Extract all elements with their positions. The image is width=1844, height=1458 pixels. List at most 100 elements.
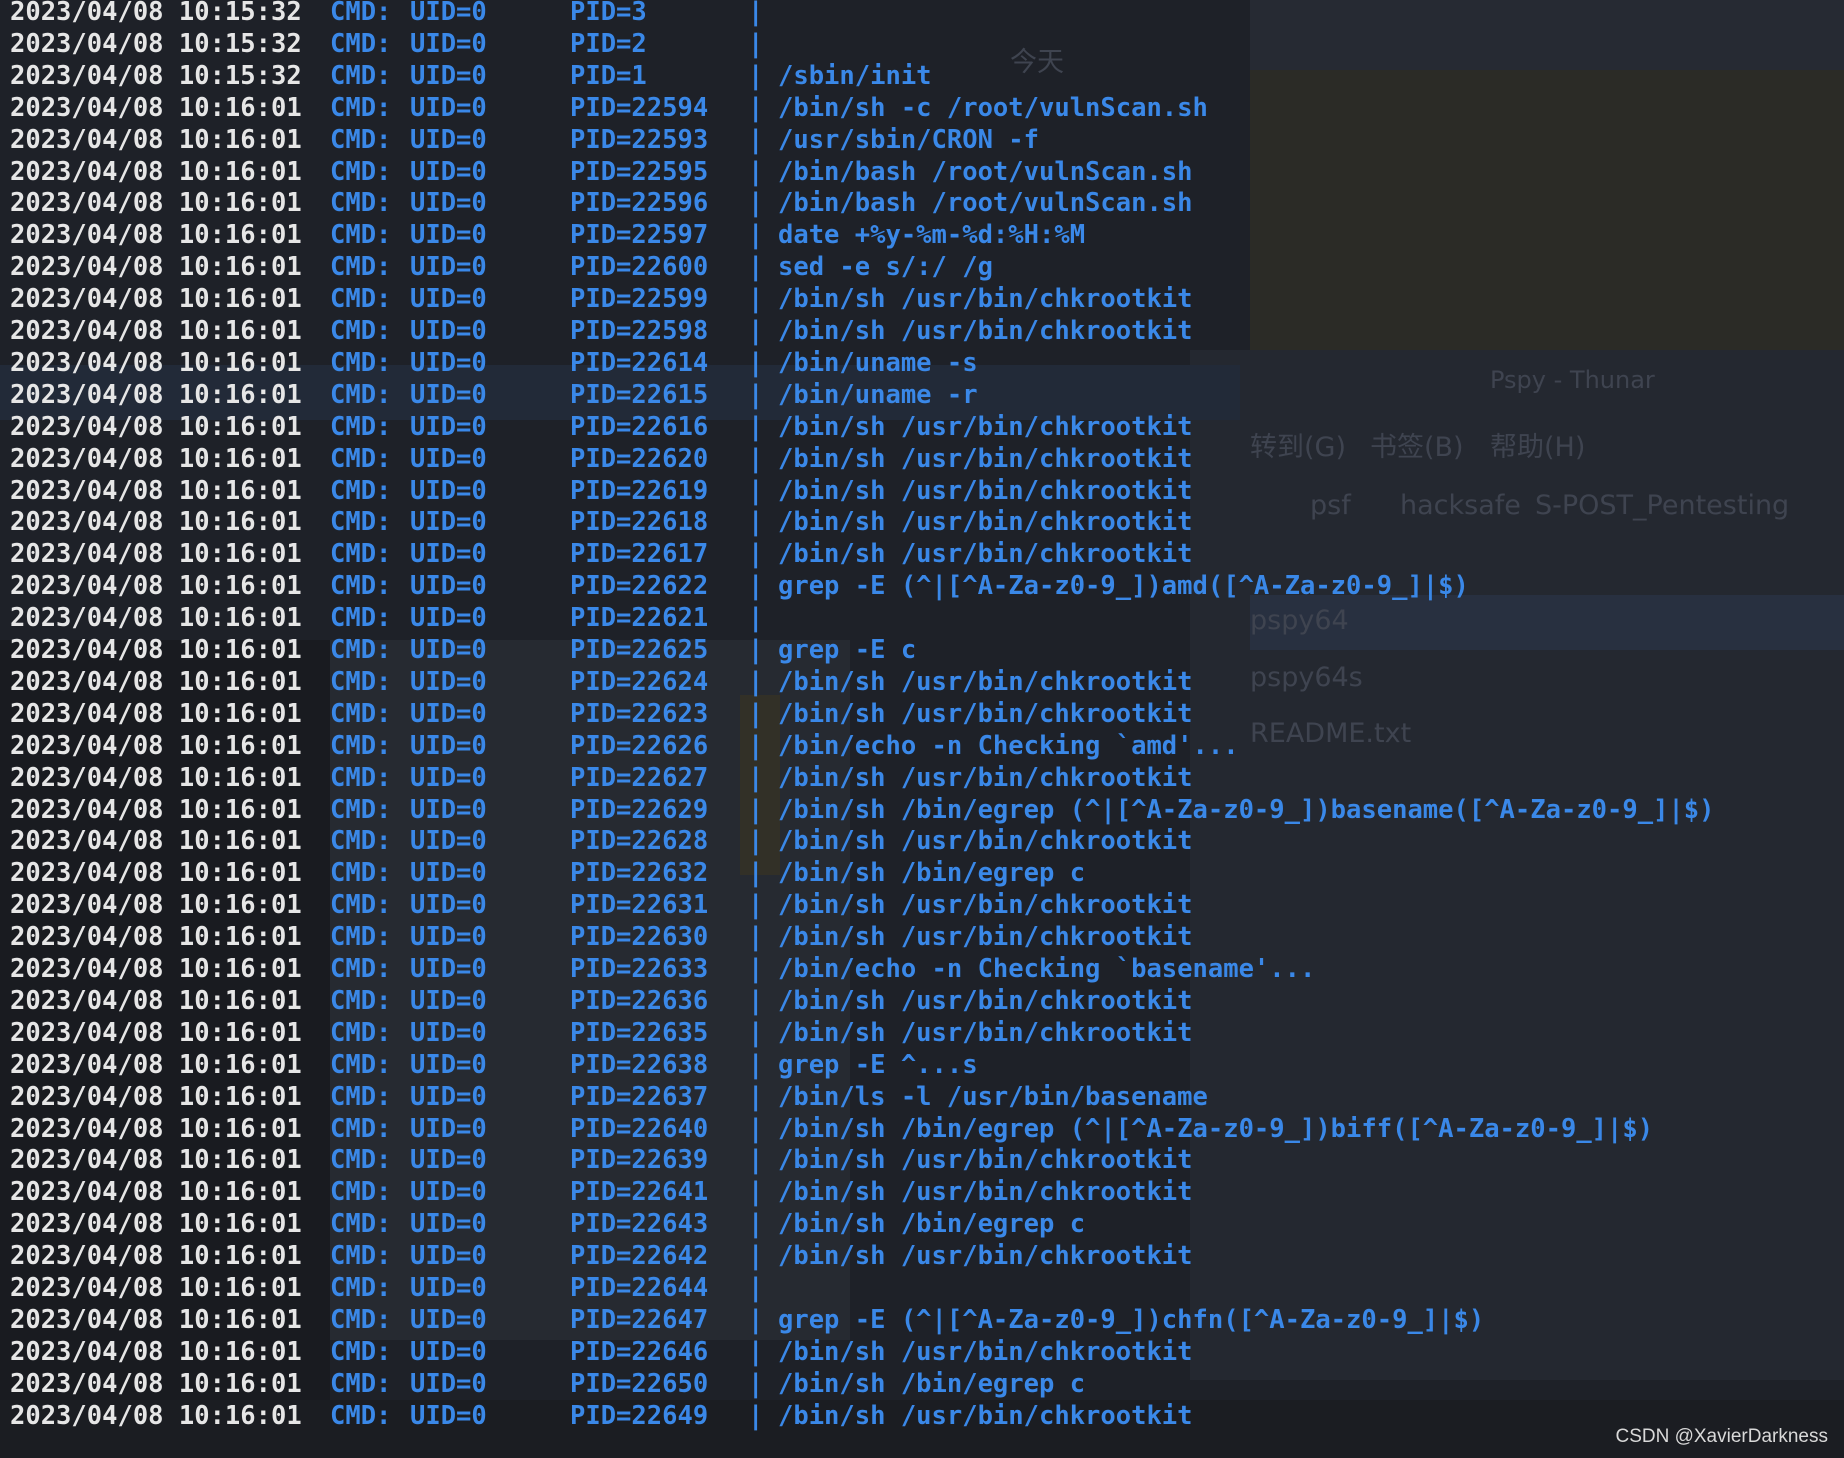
timestamp: 2023/04/08 10:16:01: [10, 922, 302, 953]
command-text: /bin/sh /usr/bin/chkrootkit: [778, 826, 1193, 857]
cmd-label: CMD:: [330, 1017, 392, 1048]
timestamp: 2023/04/08 10:16:01: [10, 156, 302, 187]
cmd-label: CMD:: [330, 890, 392, 921]
pid-value: PID=22600: [570, 252, 709, 283]
separator: |: [748, 571, 764, 602]
separator: |: [748, 922, 764, 953]
uid-value: UID=0: [410, 60, 487, 91]
uid-value: UID=0: [410, 0, 487, 27]
timestamp: 2023/04/08 10:16:01: [10, 1368, 302, 1399]
timestamp: 2023/04/08 10:16:01: [10, 858, 302, 889]
cmd-label: CMD:: [330, 603, 392, 634]
pid-value: PID=22623: [570, 698, 709, 729]
command-text: /sbin/init: [778, 60, 932, 91]
uid-value: UID=0: [410, 1336, 487, 1367]
timestamp: 2023/04/08 10:15:32: [10, 0, 302, 27]
pid-value: PID=22635: [570, 1017, 709, 1048]
timestamp: 2023/04/08 10:16:01: [10, 1177, 302, 1208]
command-text: /bin/sh /usr/bin/chkrootkit: [778, 507, 1193, 538]
pid-value: PID=3: [570, 0, 647, 27]
timestamp: 2023/04/08 10:16:01: [10, 220, 302, 251]
command-text: /bin/sh /usr/bin/chkrootkit: [778, 1017, 1193, 1048]
separator: |: [748, 379, 764, 410]
cmd-label: CMD:: [330, 124, 392, 155]
command-text: /bin/bash /root/vulnScan.sh: [778, 188, 1193, 219]
separator: |: [748, 347, 764, 378]
pid-value: PID=22636: [570, 985, 709, 1016]
pid-value: PID=22598: [570, 316, 709, 346]
cmd-label: CMD:: [330, 539, 392, 570]
timestamp: 2023/04/08 10:16:01: [10, 985, 302, 1016]
background-file-pspy64s: pspy64s: [1250, 662, 1363, 693]
cmd-label: CMD:: [330, 1241, 392, 1272]
cmd-label: CMD:: [330, 730, 392, 761]
separator: |: [748, 1081, 764, 1112]
command-text: /bin/sh /usr/bin/chkrootkit: [778, 1241, 1193, 1272]
pid-value: PID=22617: [570, 539, 709, 570]
separator: |: [748, 698, 764, 729]
timestamp: 2023/04/08 10:16:01: [10, 188, 302, 219]
pid-value: PID=22637: [570, 1081, 709, 1112]
separator: |: [748, 954, 764, 984]
uid-value: UID=0: [410, 1209, 487, 1240]
timestamp: 2023/04/08 10:16:01: [10, 1145, 302, 1176]
uid-value: UID=0: [410, 762, 487, 793]
timestamp: 2023/04/08 10:16:01: [10, 92, 302, 123]
cmd-label: CMD:: [330, 507, 392, 538]
pid-value: PID=22621: [570, 603, 709, 634]
uid-value: UID=0: [410, 220, 487, 251]
cmd-label: CMD:: [330, 443, 392, 474]
cmd-label: CMD:: [330, 347, 392, 378]
timestamp: 2023/04/08 10:16:01: [10, 1304, 302, 1335]
timestamp: 2023/04/08 10:16:01: [10, 1081, 302, 1112]
cmd-label: CMD:: [330, 156, 392, 187]
timestamp: 2023/04/08 10:16:01: [10, 1273, 302, 1303]
background-menu-help: 帮助(H): [1490, 432, 1586, 463]
timestamp: 2023/04/08 10:16:01: [10, 794, 302, 825]
separator: |: [748, 730, 764, 761]
pid-value: PID=22626: [570, 730, 709, 761]
separator: |: [748, 666, 764, 697]
cmd-label: CMD:: [330, 316, 392, 346]
command-text: date +%y-%m-%d:%H:%M: [778, 220, 1086, 251]
separator: |: [748, 507, 764, 538]
separator: |: [748, 252, 764, 283]
timestamp: 2023/04/08 10:16:01: [10, 730, 302, 761]
background-breadcrumb-psf: psf: [1310, 490, 1351, 521]
separator: |: [748, 794, 764, 825]
cmd-label: CMD:: [330, 220, 392, 251]
timestamp: 2023/04/08 10:16:01: [10, 666, 302, 697]
uid-value: UID=0: [410, 507, 487, 538]
pid-value: PID=22641: [570, 1177, 709, 1208]
pid-value: PID=22596: [570, 188, 709, 219]
pid-value: PID=22646: [570, 1336, 709, 1367]
cmd-label: CMD:: [330, 985, 392, 1016]
cmd-label: CMD:: [330, 252, 392, 283]
uid-value: UID=0: [410, 1177, 487, 1208]
cmd-label: CMD:: [330, 1209, 392, 1240]
command-text: /bin/sh /usr/bin/chkrootkit: [778, 890, 1193, 921]
separator: |: [748, 284, 764, 315]
cmd-label: CMD:: [330, 571, 392, 602]
separator: |: [748, 1049, 764, 1080]
command-text: /bin/sh /usr/bin/chkrootkit: [778, 1400, 1193, 1431]
uid-value: UID=0: [410, 284, 487, 315]
command-text: /bin/sh /usr/bin/chkrootkit: [778, 1336, 1193, 1367]
uid-value: UID=0: [410, 922, 487, 953]
command-text: /bin/sh /usr/bin/chkrootkit: [778, 1145, 1193, 1176]
separator: |: [748, 60, 764, 91]
uid-value: UID=0: [410, 28, 487, 59]
uid-value: UID=0: [410, 1145, 487, 1176]
separator: |: [748, 1209, 764, 1240]
cmd-label: CMD:: [330, 1049, 392, 1080]
command-text: /bin/sh /usr/bin/chkrootkit: [778, 922, 1193, 953]
uid-value: UID=0: [410, 794, 487, 825]
command-text: sed -e s/:/ /g: [778, 252, 993, 283]
separator: |: [748, 1368, 764, 1399]
command-text: grep -E ^...s: [778, 1049, 978, 1080]
cmd-label: CMD:: [330, 1145, 392, 1176]
command-text: /bin/sh /usr/bin/chkrootkit: [778, 539, 1193, 570]
cmd-label: CMD:: [330, 475, 392, 506]
timestamp: 2023/04/08 10:16:01: [10, 379, 302, 410]
uid-value: UID=0: [410, 316, 487, 346]
